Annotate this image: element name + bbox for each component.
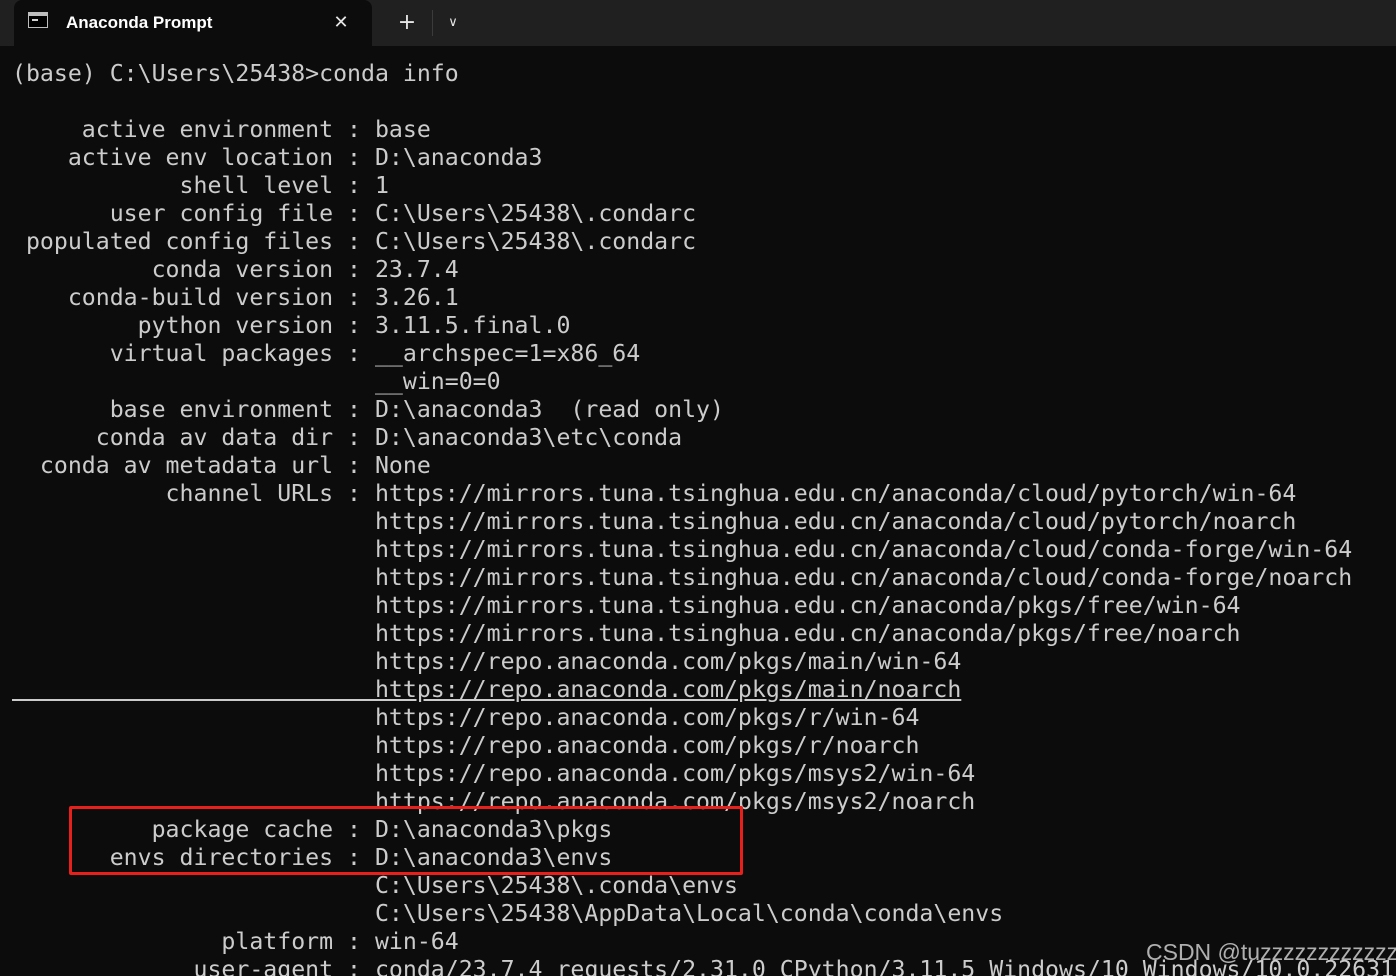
terminal-line: conda av data dir : D:\anaconda3\etc\con… xyxy=(12,424,683,451)
terminal-line: package cache : D:\anaconda3\pkgs xyxy=(12,816,613,843)
terminal-line: https://repo.anaconda.com/pkgs/r/win-64 xyxy=(12,704,920,731)
tab-anaconda-prompt[interactable]: Anaconda Prompt ✕ xyxy=(14,0,372,46)
terminal-line: user config file : C:\Users\25438\.conda… xyxy=(12,200,697,227)
terminal-line: conda av metadata url : None xyxy=(12,452,431,479)
terminal-line: https://mirrors.tuna.tsinghua.edu.cn/ana… xyxy=(12,508,1297,535)
terminal-line: https://mirrors.tuna.tsinghua.edu.cn/ana… xyxy=(12,564,1353,591)
terminal-line: C:\Users\25438\AppData\Local\conda\conda… xyxy=(12,900,1004,927)
tab-title: Anaconda Prompt xyxy=(66,13,213,32)
terminal-line: https://mirrors.tuna.tsinghua.edu.cn/ana… xyxy=(12,592,1241,619)
terminal-line: platform : win-64 xyxy=(12,928,459,955)
tab-divider xyxy=(432,10,433,36)
terminal-output[interactable]: (base) C:\Users\25438>conda info active … xyxy=(0,46,1396,976)
title-bar: Anaconda Prompt ✕ + ∨ xyxy=(0,0,1396,46)
close-icon[interactable]: ✕ xyxy=(328,10,354,36)
chevron-down-icon[interactable]: ∨ xyxy=(440,9,466,37)
terminal-line-link[interactable]: https://repo.anaconda.com/pkgs/main/noar… xyxy=(12,676,961,704)
terminal-line: virtual packages : __archspec=1=x86_64 xyxy=(12,340,641,367)
terminal-line: __win=0=0 xyxy=(12,368,501,395)
terminal-line: shell level : 1 xyxy=(12,172,389,199)
terminal-line: base environment : D:\anaconda3 (read on… xyxy=(12,396,724,423)
terminal-line: conda version : 23.7.4 xyxy=(12,256,459,283)
watermark: CSDN @tuzzzzzzzzzzzz xyxy=(1146,939,1396,965)
terminal-line: active environment : base xyxy=(12,116,431,143)
terminal-line: (base) C:\Users\25438>conda info xyxy=(12,60,459,87)
terminal-line: https://repo.anaconda.com/pkgs/msys2/win… xyxy=(12,760,976,787)
new-tab-icon[interactable]: + xyxy=(393,9,421,37)
terminal-line: C:\Users\25438\.conda\envs xyxy=(12,872,738,899)
terminal-icon xyxy=(28,12,48,28)
terminal-line: active env location : D:\anaconda3 xyxy=(12,144,543,171)
terminal-line: https://repo.anaconda.com/pkgs/r/noarch xyxy=(12,732,920,759)
terminal-line: https://mirrors.tuna.tsinghua.edu.cn/ana… xyxy=(12,536,1353,563)
terminal-line: https://repo.anaconda.com/pkgs/main/win-… xyxy=(12,648,962,675)
terminal-line: conda-build version : 3.26.1 xyxy=(12,284,459,311)
terminal-line: https://mirrors.tuna.tsinghua.edu.cn/ana… xyxy=(12,620,1241,647)
terminal-line: https://repo.anaconda.com/pkgs/msys2/noa… xyxy=(12,788,976,815)
terminal-line: python version : 3.11.5.final.0 xyxy=(12,312,571,339)
terminal-line: envs directories : D:\anaconda3\envs xyxy=(12,844,613,871)
terminal-line: channel URLs : https://mirrors.tuna.tsin… xyxy=(12,480,1297,507)
terminal-line: populated config files : C:\Users\25438\… xyxy=(12,228,697,255)
